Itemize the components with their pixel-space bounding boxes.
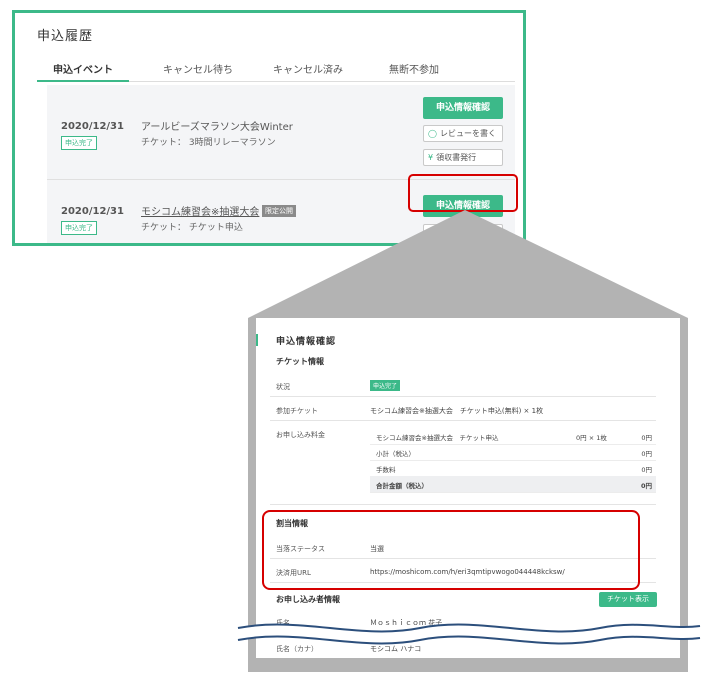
page-break-wave	[237, 623, 701, 645]
